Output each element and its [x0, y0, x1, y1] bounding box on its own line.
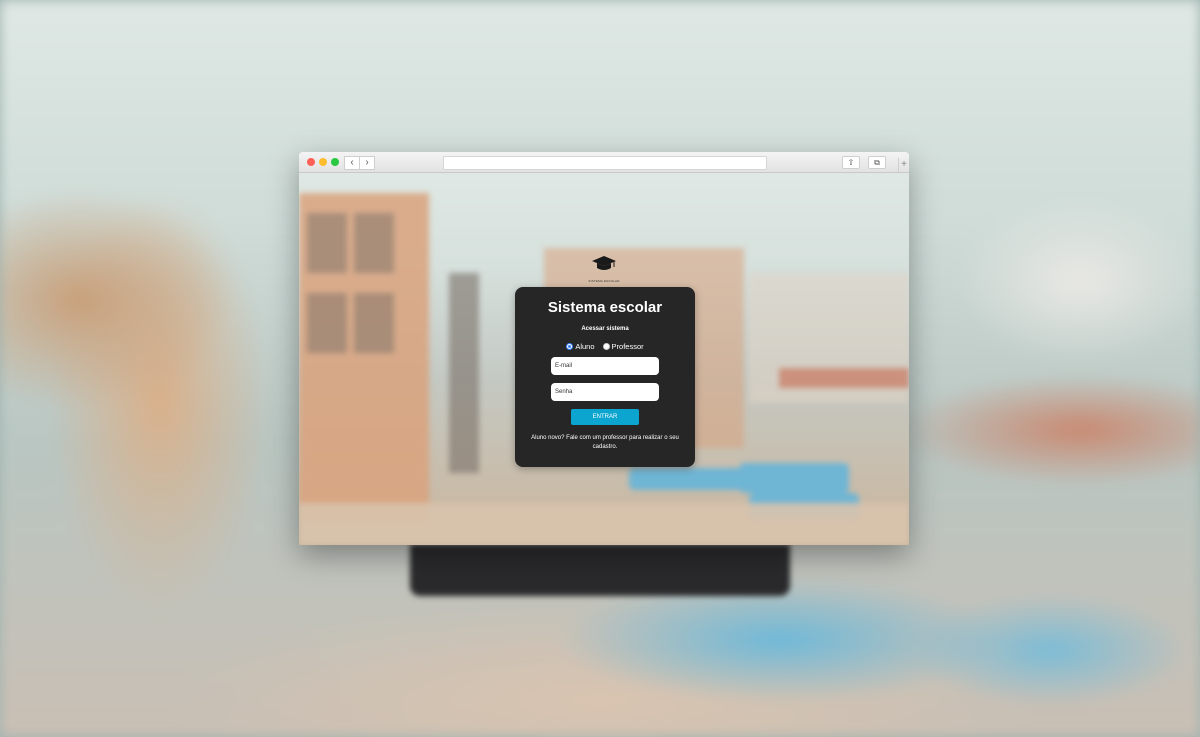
graduation-cap-icon [592, 256, 616, 270]
url-bar[interactable] [443, 156, 767, 170]
close-window-button[interactable] [307, 158, 315, 166]
radio-professor-input[interactable] [602, 343, 610, 350]
page-title: Sistema escolar [547, 299, 663, 316]
radio-professor[interactable]: Professor [602, 342, 644, 351]
logo-text: SISTEMA ESCOLAR [588, 279, 620, 283]
login-card: Sistema escolar Acessar sistema Aluno Pr… [515, 287, 695, 467]
tabs-icon[interactable]: ⧉ [868, 156, 886, 169]
radio-aluno-input[interactable] [566, 343, 574, 350]
radio-aluno-label: Aluno [575, 342, 595, 351]
login-subtitle: Acessar sistema [581, 326, 629, 332]
browser-window: ‹ › ⇧ ⧉ + SISTEMA ESCOLAR Sistema escola… [299, 152, 909, 545]
nav-buttons: ‹ › [344, 156, 375, 170]
browser-toolbar: ‹ › ⇧ ⧉ + [299, 152, 909, 173]
maximize-window-button[interactable] [331, 158, 339, 166]
email-field[interactable]: E-mail [551, 357, 659, 375]
radio-professor-label: Professor [611, 342, 644, 351]
chevron-right-icon[interactable]: › [360, 156, 375, 170]
plus-icon[interactable]: + [898, 158, 909, 172]
password-field[interactable]: Senha [551, 383, 659, 401]
user-type-radio-group: Aluno Professor [515, 342, 695, 351]
page-content: SISTEMA ESCOLAR Sistema escolar Acessar … [299, 173, 909, 545]
radio-aluno[interactable]: Aluno [566, 342, 595, 351]
signup-note: Aluno novo? Fale com um professor para r… [531, 435, 679, 450]
minimize-window-button[interactable] [319, 158, 327, 166]
share-icon[interactable]: ⇧ [842, 156, 860, 169]
monitor-stand [410, 544, 790, 596]
login-button[interactable]: ENTRAR [571, 409, 639, 425]
school-logo: SISTEMA ESCOLAR [583, 255, 625, 283]
chevron-left-icon[interactable]: ‹ [344, 156, 360, 170]
